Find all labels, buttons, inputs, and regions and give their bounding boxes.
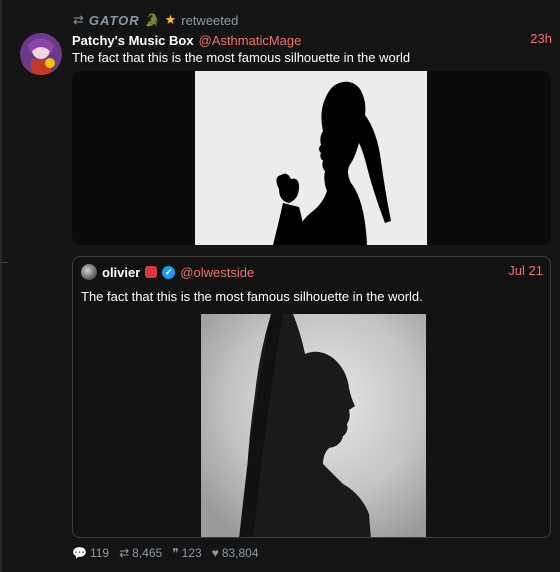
- quoted-author-name[interactable]: olivier: [102, 265, 140, 280]
- retweeter-name[interactable]: GATOR: [89, 13, 140, 28]
- tweet-actions: 💬 119 ⇄ 8,465 ❞ 123 ♥ 83,804: [72, 545, 259, 561]
- retweet-action[interactable]: ⇄ 8,465: [119, 546, 162, 560]
- quoted-avatar[interactable]: [81, 264, 97, 280]
- timeline-column: ⇄ GATOR 🐊 ★ retweeted Patchy's Music Box…: [0, 0, 560, 572]
- heart-icon: ♥: [211, 546, 219, 560]
- retweet-context[interactable]: ⇄ GATOR 🐊 ★ retweeted: [73, 12, 238, 28]
- tweet-text: The fact that this is the most famous si…: [72, 50, 411, 65]
- retweeted-label: retweeted: [181, 12, 239, 28]
- quote-action[interactable]: ❞ 123: [172, 546, 202, 560]
- silhouette-image[interactable]: [195, 71, 427, 245]
- crocodile-emoji-icon: 🐊: [144, 13, 160, 27]
- like-count: 83,804: [221, 546, 259, 560]
- quoted-silhouette-image[interactable]: [201, 314, 426, 537]
- quote-count: 123: [181, 546, 202, 560]
- reply-action[interactable]: 💬 119: [72, 546, 109, 560]
- reply-icon: 💬: [72, 546, 87, 560]
- retweet-count: 8,465: [132, 546, 163, 560]
- emoji-icon: [145, 266, 158, 278]
- tweet-header: Patchy's Music Box @AsthmaticMage 23h: [72, 31, 552, 49]
- quote-icon: ❞: [172, 546, 179, 560]
- reply-count: 119: [89, 546, 110, 560]
- avatar[interactable]: [20, 33, 62, 75]
- quoted-tweet-text: The fact that this is the most famous si…: [81, 289, 423, 304]
- quoted-timestamp[interactable]: Jul 21: [508, 263, 543, 278]
- quoted-tweet[interactable]: olivier ✓ @olwestside Jul 21 The fact th…: [72, 256, 551, 538]
- author-handle[interactable]: @AsthmaticMage: [199, 33, 302, 48]
- tweet-media[interactable]: [72, 71, 551, 245]
- retweet-icon: ⇄: [73, 12, 84, 27]
- retweet-icon: ⇄: [119, 546, 130, 560]
- tweet-timestamp[interactable]: 23h: [530, 31, 552, 46]
- divider: [2, 262, 8, 263]
- verified-badge-icon: ✓: [162, 265, 176, 279]
- like-action[interactable]: ♥ 83,804: [212, 546, 259, 560]
- quoted-tweet-header: olivier ✓ @olwestside Jul 21: [81, 263, 543, 281]
- star-icon: ★: [164, 12, 177, 27]
- quoted-author-handle[interactable]: @olwestside: [180, 265, 254, 280]
- author-name[interactable]: Patchy's Music Box: [72, 33, 194, 48]
